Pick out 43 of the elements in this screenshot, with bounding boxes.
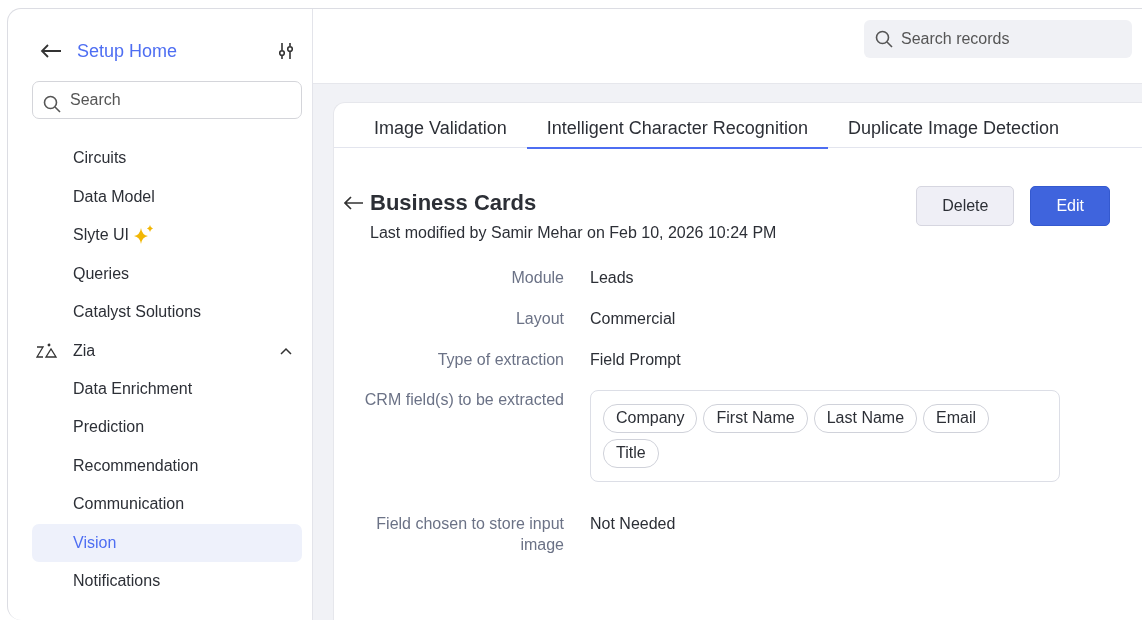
sidebar-item[interactable]: Data Enrichment	[32, 369, 302, 408]
sidebar-search-field[interactable]: Search	[32, 81, 302, 119]
field-label: Module	[510, 268, 564, 288]
sidebar-item[interactable]: Notifications	[32, 562, 302, 601]
caret-icon[interactable]	[280, 346, 292, 355]
tab[interactable]: Intelligent Character Recognition	[526, 117, 828, 149]
tab[interactable]: Duplicate Image Detection	[827, 117, 1080, 149]
sidebar-item[interactable]: Catalyst Solutions	[73, 303, 202, 322]
sidebar-item[interactable]: Vision	[32, 523, 302, 562]
field-label: Field chosen to store input image	[375, 514, 564, 555]
filter-sliders-icon[interactable]	[278, 42, 294, 60]
field-chip: Company	[603, 404, 698, 434]
last-modified-text: Last modified by Samir Mehar on Feb 10, 2026 10:24 PM	[370, 224, 777, 242]
setup-home-link[interactable]: Setup Home	[77, 40, 278, 62]
field-label: CRM field(s) to be extracted	[363, 390, 564, 411]
search-icon	[43, 95, 61, 113]
sidebar-group-item[interactable]: Zia	[73, 341, 280, 360]
sidebar-item[interactable]: Communication	[32, 485, 302, 524]
sidebar-item[interactable]: Circuits	[73, 149, 127, 168]
sidebar-item[interactable]: Prediction	[32, 408, 302, 447]
sidebar-item[interactable]: Queries	[73, 264, 130, 283]
sidebar-item[interactable]: Slyte UI	[73, 226, 129, 245]
sidebar-item[interactable]: Data Model	[73, 187, 155, 206]
field-chip: Title	[603, 439, 659, 468]
field-value: Field Prompt	[590, 349, 682, 370]
delete-button[interactable]: Delete	[916, 186, 1015, 226]
field-chip: Last Name	[813, 404, 918, 434]
field-chip: Email	[923, 404, 990, 434]
search-icon	[875, 30, 893, 48]
back-arrow-icon[interactable]	[344, 196, 364, 210]
record-title: Business Cards	[370, 190, 537, 216]
field-chip: First Name	[703, 404, 808, 434]
zia-logo-icon	[36, 342, 60, 359]
edit-button[interactable]: Edit	[1030, 186, 1110, 226]
field-value: Leads	[590, 268, 635, 288]
search-records-field[interactable]: Search records	[864, 20, 1132, 58]
field-value: Commercial	[590, 308, 677, 329]
field-value: Not Needed	[590, 514, 677, 534]
field-label: Type of extraction	[436, 349, 564, 370]
back-arrow-icon[interactable]	[40, 43, 62, 59]
tab[interactable]: Image Validation	[354, 117, 527, 149]
sidebar-item[interactable]: Recommendation	[32, 446, 302, 485]
field-label: Layout	[514, 308, 564, 329]
